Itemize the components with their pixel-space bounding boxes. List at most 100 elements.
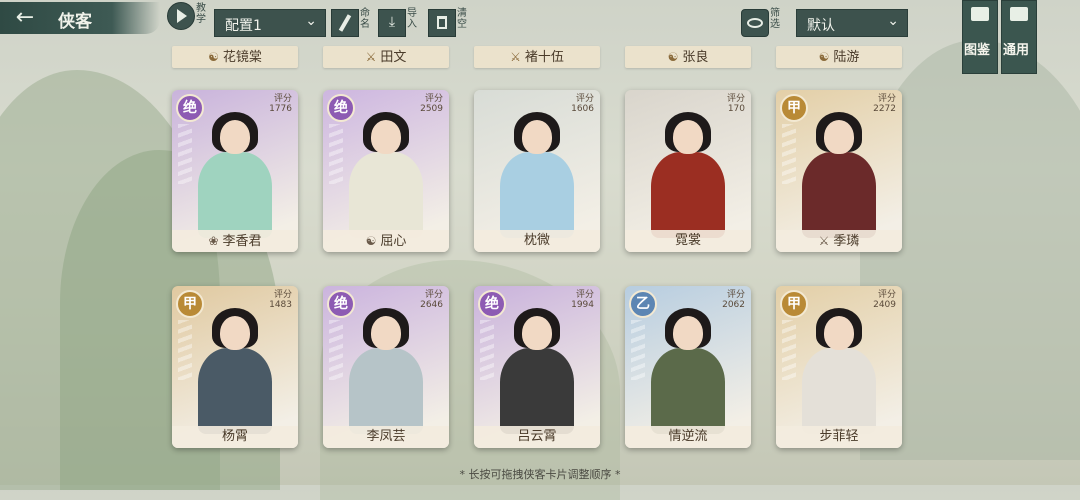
clear-button[interactable]	[428, 9, 456, 37]
book-icon	[971, 7, 989, 21]
import-button[interactable]: ⤓	[378, 9, 406, 37]
hero-card[interactable]: 评分 170 霓裳	[625, 90, 751, 252]
portrait-face	[824, 316, 854, 350]
rank-badge: 甲	[780, 94, 808, 122]
codex-label: 图鉴	[964, 43, 991, 58]
rank-stripe	[631, 320, 645, 380]
hero-name: 吕云霄	[517, 429, 557, 444]
score-label: 评分	[877, 290, 896, 300]
lotus-icon: ❀	[208, 234, 219, 248]
hero-card[interactable]: 绝 评分 1994 吕云霄	[474, 286, 600, 448]
score-value: 1776	[269, 104, 292, 114]
hero-card[interactable]: 甲 评分 2272 ⚔ 季璘	[776, 90, 902, 252]
score-value: 2062	[722, 300, 745, 310]
card-name-bar[interactable]: ⚔ 田文	[323, 46, 449, 68]
portrait-robe	[651, 348, 725, 434]
top-bar: ← 侠客 教学 配置1 ⌄ 命名 ⤓ 导入 清空 筛选 默认 ⌄	[0, 0, 1080, 40]
portrait-robe	[198, 348, 272, 434]
hero-name: 田文	[380, 50, 407, 65]
back-button[interactable]: ← 侠客	[0, 2, 160, 34]
config-select[interactable]: 配置1 ⌄	[214, 9, 326, 37]
hero-name: 李香君	[222, 234, 262, 249]
portrait-face	[371, 316, 401, 350]
portrait-robe	[349, 152, 423, 238]
hero-portrait	[794, 308, 884, 434]
hero-card[interactable]: 甲 评分 1483 杨霄	[172, 286, 298, 448]
brush-icon	[338, 14, 352, 32]
score-block: 评分 1776	[269, 94, 292, 114]
hero-card[interactable]: 绝 评分 1776 ❀ 李香君	[172, 90, 298, 252]
hero-portrait	[492, 112, 582, 238]
portrait-robe	[349, 348, 423, 434]
score-value: 2509	[420, 104, 443, 114]
hero-name: 步菲轻	[819, 429, 859, 444]
hero-name: 情逆流	[668, 429, 708, 444]
rank-stripe	[782, 320, 796, 380]
score-block: 评分 2272	[873, 94, 896, 114]
portrait-face	[522, 120, 552, 154]
card-name-bar[interactable]: ☯ 花镜棠	[172, 46, 298, 68]
score-label: 评分	[726, 290, 745, 300]
back-arrow-icon: ←	[15, 5, 35, 30]
score-value: 1994	[571, 300, 594, 310]
card-name-bar[interactable]: ☯ 陆游	[776, 46, 902, 68]
page-title: 侠客	[58, 12, 92, 32]
card-name-bar: ☯ 屈心	[323, 230, 449, 252]
yin-yang-icon: ☯	[365, 234, 377, 248]
yin-yang-icon: ☯	[667, 50, 679, 64]
hero-card[interactable]: 甲 评分 2409 步菲轻	[776, 286, 902, 448]
filter-button[interactable]	[741, 9, 769, 37]
score-value: 1483	[269, 300, 292, 310]
score-value: 2646	[420, 300, 443, 310]
score-label: 评分	[273, 290, 292, 300]
score-label: 评分	[575, 290, 594, 300]
portrait-face	[220, 120, 250, 154]
trash-icon	[437, 16, 447, 29]
hero-portrait	[190, 308, 280, 434]
eye-icon	[747, 18, 763, 28]
score-label: 评分	[575, 94, 594, 104]
card-name-bar: 杨霄	[172, 426, 298, 448]
card-name-bar[interactable]: ⚔ 褚十伍	[474, 46, 600, 68]
score-label: 评分	[877, 94, 896, 104]
hero-portrait	[341, 112, 431, 238]
hero-name: 李凤芸	[366, 429, 406, 444]
hero-portrait	[794, 112, 884, 238]
hero-card[interactable]: 绝 评分 2509 ☯ 屈心	[323, 90, 449, 252]
score-block: 评分 1994	[571, 290, 594, 310]
portrait-face	[371, 120, 401, 154]
general-button[interactable]: 通用	[1001, 0, 1037, 74]
rank-stripe	[480, 320, 494, 380]
hero-name: 张良	[682, 50, 709, 65]
rank-badge: 绝	[327, 94, 355, 122]
hero-card[interactable]: 绝 评分 2646 李凤芸	[323, 286, 449, 448]
drag-hint: * 长按可拖拽侠客卡片调整顺序 *	[459, 468, 621, 481]
rank-badge: 甲	[176, 290, 204, 318]
teach-button[interactable]	[167, 2, 195, 30]
sort-select[interactable]: 默认 ⌄	[796, 9, 908, 37]
hero-portrait	[643, 308, 733, 434]
portrait-face	[673, 120, 703, 154]
portrait-robe	[651, 152, 725, 238]
rename-label: 命名	[360, 8, 370, 30]
sort-select-value: 默认	[807, 18, 835, 34]
hero-portrait	[190, 112, 280, 238]
yin-yang-icon: ☯	[818, 50, 830, 64]
chevron-down-icon: ⌄	[305, 13, 317, 29]
rename-button[interactable]	[331, 9, 359, 37]
codex-button[interactable]: 图鉴	[962, 0, 998, 74]
hero-portrait	[492, 308, 582, 434]
card-name-bar[interactable]: ☯ 张良	[625, 46, 751, 68]
rank-badge: 甲	[780, 290, 808, 318]
hero-card[interactable]: 乙 评分 2062 情逆流	[625, 286, 751, 448]
portrait-robe	[802, 152, 876, 238]
card-name-bar: 吕云霄	[474, 426, 600, 448]
chevron-down-icon: ⌄	[887, 13, 899, 29]
teach-label: 教学	[196, 3, 206, 25]
score-label: 评分	[424, 94, 443, 104]
rank-stripe	[178, 124, 192, 184]
score-block: 评分 1606	[571, 94, 594, 114]
filter-label: 筛选	[770, 8, 780, 30]
hero-card[interactable]: 评分 1606 枕微	[474, 90, 600, 252]
card-name-bar: ⚔ 季璘	[776, 230, 902, 252]
